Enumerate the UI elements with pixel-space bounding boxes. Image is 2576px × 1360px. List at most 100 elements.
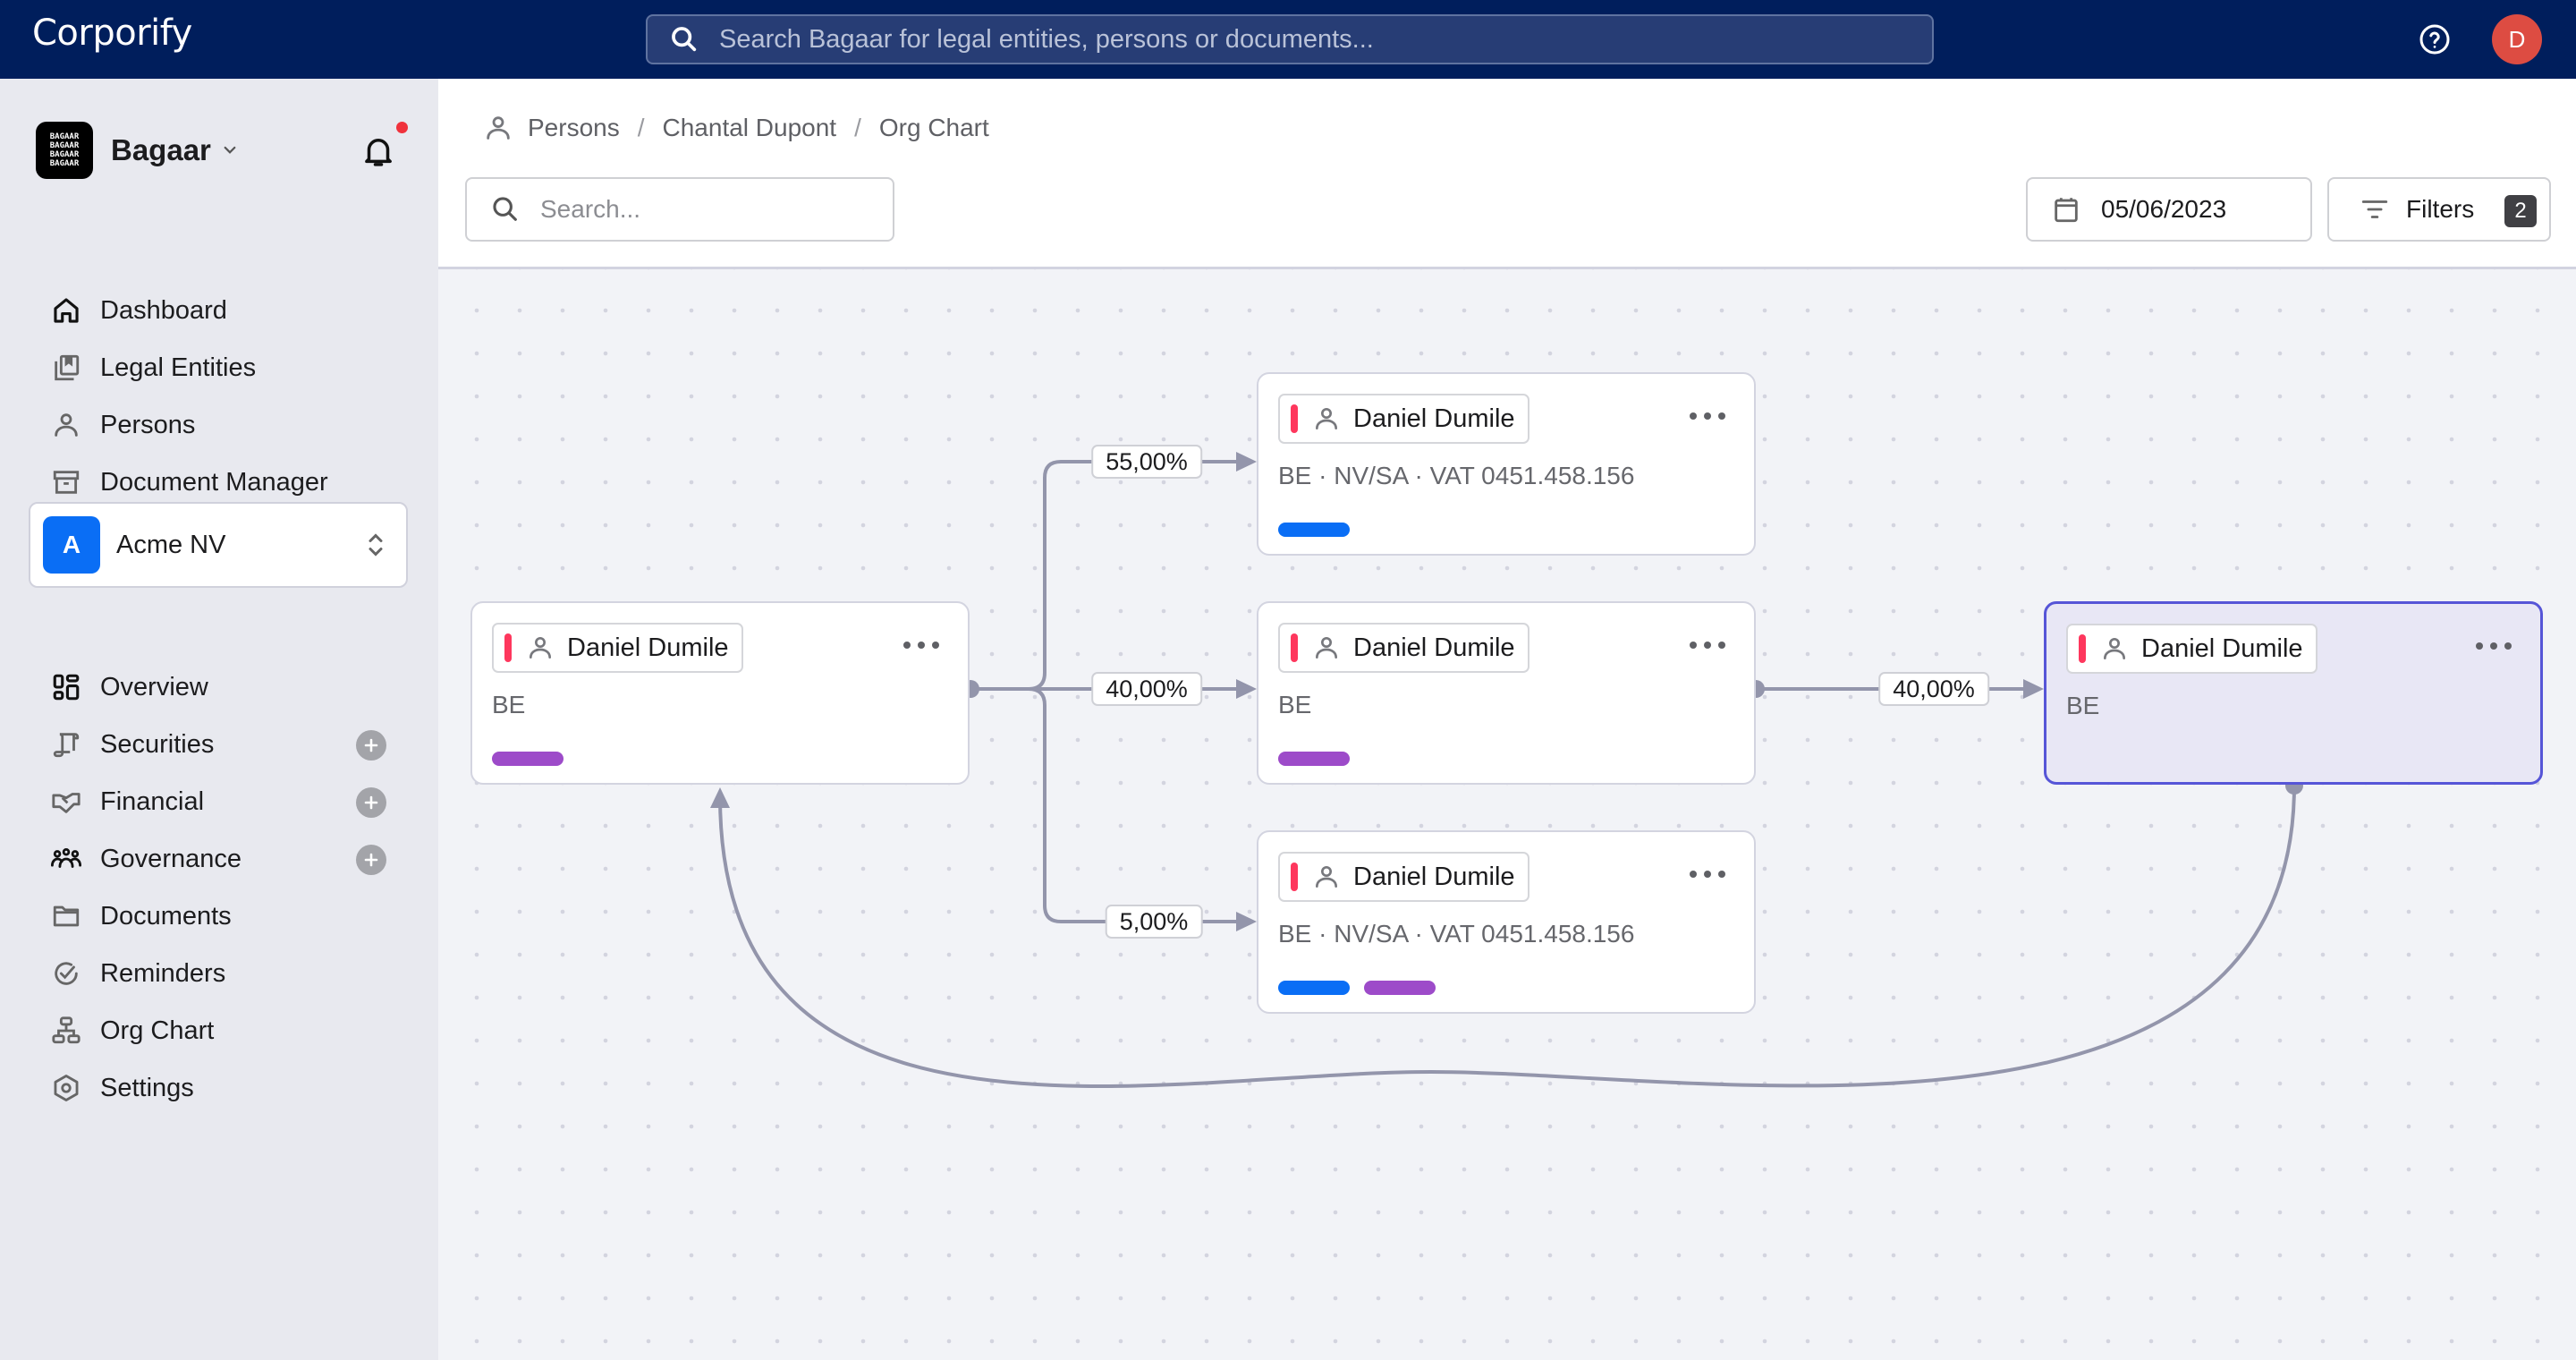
chart-search-input[interactable]: Search...: [465, 177, 894, 242]
org-node[interactable]: Daniel Dumile BE: [2044, 601, 2543, 785]
nav-item-documents[interactable]: Documents: [48, 888, 424, 945]
chevron-down-icon: [224, 146, 236, 154]
plus-icon: [364, 853, 378, 867]
nav-label: Settings: [100, 1073, 194, 1102]
workspace-logo-line: BAGAAR: [49, 141, 80, 150]
nav-label: Legal Entities: [100, 353, 257, 382]
tag-blue: [1278, 981, 1350, 995]
person-name: Daniel Dumile: [2141, 633, 2303, 663]
status-flag: [504, 633, 512, 662]
entity-nav: Overview Securities Financial Governance…: [48, 659, 424, 1117]
entity-avatar: A: [43, 516, 100, 574]
tag-list: [1278, 981, 1436, 995]
nav-label: Reminders: [100, 958, 226, 988]
person-chip[interactable]: Daniel Dumile: [2066, 624, 2318, 674]
add-governance-button[interactable]: [356, 845, 386, 875]
calendar-icon: [2055, 198, 2078, 223]
nav-item-dashboard[interactable]: Dashboard: [48, 282, 424, 339]
nav-item-overview[interactable]: Overview: [48, 659, 424, 716]
more-options-icon[interactable]: [1690, 861, 1725, 888]
global-nav: Dashboard Legal Entities Persons Documen…: [48, 282, 424, 511]
edge-label-n1-n2: 55,00%: [1091, 445, 1202, 479]
person-chip[interactable]: Daniel Dumile: [1278, 852, 1530, 902]
nav-label: Financial: [100, 786, 205, 816]
org-node[interactable]: Daniel Dumile BE: [470, 601, 970, 785]
entity-name: Acme NV: [116, 530, 226, 559]
edge-label-n1-n4: 5,00%: [1105, 905, 1203, 939]
chart-search-placeholder: Search...: [540, 195, 641, 223]
brand-logo[interactable]: Corporify: [32, 13, 192, 54]
person-name: Daniel Dumile: [1353, 633, 1515, 662]
person-name: Daniel Dumile: [1353, 862, 1515, 891]
settings-icon: [54, 1075, 79, 1101]
tag-purple: [492, 752, 564, 766]
user-avatar[interactable]: D: [2492, 14, 2542, 64]
help-icon[interactable]: [2419, 23, 2451, 55]
nav-item-securities[interactable]: Securities: [48, 716, 424, 773]
edge-label-n1-n3: 40,00%: [1091, 672, 1202, 706]
person-chip[interactable]: Daniel Dumile: [492, 623, 743, 673]
nav-item-org-chart[interactable]: Org Chart: [48, 1002, 424, 1059]
person-icon: [487, 116, 510, 140]
nav-item-governance[interactable]: Governance: [48, 830, 424, 888]
filter-icon: [2361, 200, 2388, 218]
filters-button[interactable]: Filters 2: [2327, 177, 2551, 242]
breadcrumb-persons[interactable]: Persons: [528, 114, 620, 142]
nav-item-financial[interactable]: Financial: [48, 773, 424, 830]
date-picker[interactable]: 05/06/2023: [2026, 177, 2312, 242]
workspace-logo: BAGAAR BAGAAR BAGAAR BAGAAR: [36, 122, 93, 179]
tag-list: [1278, 523, 1350, 537]
person-icon: [530, 637, 551, 659]
breadcrumb-separator: /: [637, 114, 645, 141]
org-node[interactable]: Daniel Dumile BE: [1257, 601, 1756, 785]
status-flag: [1291, 404, 1298, 433]
overview-icon: [53, 674, 80, 701]
person-chip[interactable]: Daniel Dumile: [1278, 394, 1530, 444]
nav-item-settings[interactable]: Settings: [48, 1059, 424, 1117]
add-financial-button[interactable]: [356, 787, 386, 818]
more-options-icon[interactable]: [903, 632, 939, 659]
people-icon: [51, 847, 81, 868]
workspace-switcher[interactable]: BAGAAR BAGAAR BAGAAR BAGAAR Bagaar: [36, 122, 238, 179]
plus-icon: [364, 795, 378, 810]
org-node[interactable]: Daniel Dumile BE · NV/SA · VAT 0451.458.1…: [1257, 372, 1756, 556]
status-flag: [1291, 863, 1298, 891]
nav-label: Org Chart: [100, 1016, 215, 1045]
status-flag: [2079, 634, 2086, 663]
org-node[interactable]: Daniel Dumile BE · NV/SA · VAT 0451.458.1…: [1257, 830, 1756, 1014]
breadcrumb-org-chart: Org Chart: [878, 114, 989, 141]
more-options-icon[interactable]: [1690, 632, 1725, 659]
nav-item-persons[interactable]: Persons: [48, 396, 424, 454]
tag-list: [492, 752, 564, 766]
org-chart-icon: [52, 1016, 80, 1044]
entity-switcher[interactable]: A Acme NV: [29, 502, 408, 588]
filters-count-badge: 2: [2504, 195, 2537, 227]
nav-item-legal-entities[interactable]: Legal Entities: [48, 339, 424, 396]
notification-dot: [396, 122, 408, 133]
workspace-name: Bagaar: [111, 133, 211, 166]
toolbar-panel: Persons / Chantal Dupont / Org Chart Sea…: [438, 79, 2576, 269]
person-chip[interactable]: Daniel Dumile: [1278, 623, 1530, 673]
top-header: Corporify Search Bagaar for legal entiti…: [0, 0, 2576, 79]
date-value: 05/06/2023: [2101, 195, 2227, 223]
workspace-logo-line: BAGAAR: [49, 159, 80, 168]
nav-label: Persons: [100, 410, 196, 439]
breadcrumb-chantal-dupont[interactable]: Chantal Dupont: [663, 114, 837, 142]
sidebar: BAGAAR BAGAAR BAGAAR BAGAAR Bagaar Dashb…: [0, 79, 438, 1360]
global-search-input[interactable]: Search Bagaar for legal entities, person…: [646, 14, 1934, 64]
more-options-icon[interactable]: [1690, 403, 1725, 429]
person-icon: [55, 413, 78, 437]
add-securities-button[interactable]: [356, 730, 386, 761]
workspace-logo-line: BAGAAR: [49, 132, 80, 141]
nav-label: Document Manager: [100, 467, 328, 497]
bell-icon[interactable]: [360, 132, 397, 170]
entity-info: BE · NV/SA · VAT 0451.458.156: [1278, 462, 1635, 489]
nav-label: Securities: [100, 729, 215, 759]
entity-info: BE: [2066, 692, 2100, 719]
person-icon: [1316, 408, 1337, 429]
tag-purple: [1364, 981, 1436, 995]
more-options-icon[interactable]: [2476, 633, 2512, 659]
workspace-logo-line: BAGAAR: [49, 150, 80, 159]
nav-item-reminders[interactable]: Reminders: [48, 945, 424, 1002]
tag-blue: [1278, 523, 1350, 537]
